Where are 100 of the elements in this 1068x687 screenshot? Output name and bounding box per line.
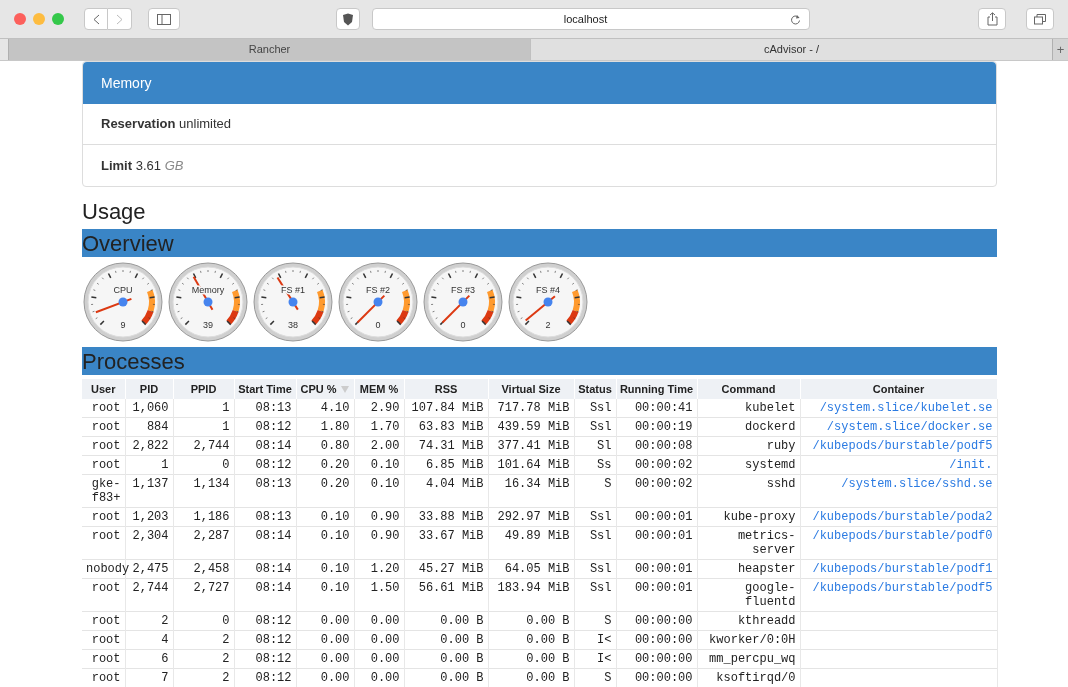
column-header[interactable]: MEM %: [354, 379, 404, 399]
table-cell: 2,458: [173, 559, 234, 579]
column-header-cell[interactable]: CPU %: [296, 379, 354, 399]
table-cell: 08:13: [234, 507, 296, 527]
table-cell: 0.00 B: [404, 630, 488, 650]
tabs-button[interactable]: [1026, 8, 1054, 30]
table-cell: 183.94 MiB: [488, 578, 574, 612]
table-cell: 1: [173, 417, 234, 437]
table-cell: 884: [125, 417, 173, 437]
table-cell: kubelet: [697, 399, 800, 418]
table-cell: 1.80: [296, 417, 354, 437]
column-header[interactable]: Status: [574, 379, 616, 399]
table-cell: Ssl: [574, 507, 616, 527]
table-cell: I<: [574, 630, 616, 650]
table-cell: 0.10: [296, 507, 354, 527]
gauge-value: 2: [545, 320, 551, 330]
table-cell: 08:14: [234, 559, 296, 579]
table-cell: root: [82, 630, 125, 650]
share-button[interactable]: [978, 8, 1006, 30]
table-cell: Ssl: [574, 399, 616, 418]
table-cell: 1,137: [125, 474, 173, 508]
table-cell: 4.04 MiB: [404, 474, 488, 508]
container-link[interactable]: /kubepods/burstable/podf5: [812, 439, 993, 453]
column-header[interactable]: PPID: [173, 379, 234, 399]
table-cell: 439.59 MiB: [488, 417, 574, 437]
table-cell: Sl: [574, 436, 616, 456]
section-title: Overview: [82, 231, 174, 257]
zoom-window-button[interactable]: [52, 13, 64, 25]
container-link[interactable]: /system.slice/sshd.se: [841, 477, 993, 491]
column-header[interactable]: Virtual Size: [488, 379, 574, 399]
table-cell: ruby: [697, 436, 800, 456]
table-cell: 4.10: [296, 399, 354, 418]
gauge-hub: [288, 297, 298, 307]
table-cell: 08:12: [234, 649, 296, 669]
table-cell: 0.80: [296, 436, 354, 456]
table-cell: Ssl: [574, 417, 616, 437]
column-header[interactable]: User: [82, 379, 125, 399]
container-link[interactable]: /system.slice/kubelet.se: [819, 401, 993, 415]
column-header[interactable]: PID: [125, 379, 173, 399]
table-cell: 1,134: [173, 474, 234, 508]
table-cell: 00:00:02: [616, 474, 697, 508]
sidebar-button[interactable]: [148, 8, 180, 30]
table-cell: 2: [173, 630, 234, 650]
table-cell: 00:00:02: [616, 455, 697, 475]
column-header[interactable]: Container: [800, 379, 997, 399]
panel-title: Memory: [101, 73, 152, 93]
table-cell: 08:12: [234, 668, 296, 687]
table-cell: root: [82, 436, 125, 456]
browser-tab[interactable]: Rancher: [8, 39, 530, 60]
column-header-label: CPU %: [300, 382, 337, 395]
table-cell: 2,822: [125, 436, 173, 456]
container-link[interactable]: /init.: [949, 458, 993, 472]
table-cell: 08:12: [234, 455, 296, 475]
table-cell: mm_percpu_wq: [697, 649, 800, 669]
table-cell: 0.10: [296, 526, 354, 560]
table-cell: S: [574, 474, 616, 508]
forward-button[interactable]: [108, 8, 132, 30]
browser-tab[interactable]: cAdvisor - /: [530, 39, 1052, 60]
minimize-window-button[interactable]: [33, 13, 45, 25]
container-link[interactable]: /kubepods/burstable/podf0: [812, 529, 993, 543]
table-cell: 00:00:00: [616, 668, 697, 687]
close-window-button[interactable]: [14, 13, 26, 25]
table-cell: 0.00: [296, 630, 354, 650]
table-cell: 2,304: [125, 526, 173, 560]
table-cell: 0.20: [296, 474, 354, 508]
section-heading: Usage: [82, 199, 147, 225]
table-cell: S: [574, 668, 616, 687]
table-cell: 00:00:41: [616, 399, 697, 418]
table-cell: 0.10: [354, 455, 404, 475]
table-cell: 00:00:19: [616, 417, 697, 437]
table-cell: 08:13: [234, 474, 296, 508]
column-header[interactable]: Start Time: [234, 379, 296, 399]
column-header[interactable]: Command: [697, 379, 800, 399]
table-cell: gke-f83+: [82, 474, 125, 508]
table-cell: 107.84 MiB: [404, 399, 488, 418]
table-cell: 00:00:01: [616, 559, 697, 579]
container-link[interactable]: /kubepods/burstable/podf5: [812, 581, 993, 595]
container-link[interactable]: /kubepods/burstable/podf1: [812, 562, 993, 576]
container-link[interactable]: /system.slice/docker.se: [826, 420, 993, 434]
column-header[interactable]: Running Time: [616, 379, 697, 399]
shield-button[interactable]: [336, 8, 360, 30]
address-bar[interactable]: localhost: [372, 8, 810, 30]
back-button[interactable]: [84, 8, 108, 30]
table-cell: systemd: [697, 455, 800, 475]
table-cell: sshd: [697, 474, 800, 508]
new-tab-button[interactable]: +: [1052, 39, 1068, 60]
gauge-value: 9: [120, 320, 126, 330]
column-header[interactable]: RSS: [404, 379, 488, 399]
table-cell: 00:00:00: [616, 611, 697, 631]
table-cell: root: [82, 526, 125, 560]
table-cell: 0.20: [296, 455, 354, 475]
table-cell: root: [82, 668, 125, 687]
table-cell: 2,744: [125, 578, 173, 612]
table-cell: 45.27 MiB: [404, 559, 488, 579]
table-cell: 0.00: [296, 649, 354, 669]
table-cell: kube-proxy: [697, 507, 800, 527]
table-cell: 74.31 MiB: [404, 436, 488, 456]
tabs-icon: [1034, 13, 1046, 25]
table-cell: 0.00 B: [488, 630, 574, 650]
container-link[interactable]: /kubepods/burstable/poda2: [812, 510, 993, 524]
